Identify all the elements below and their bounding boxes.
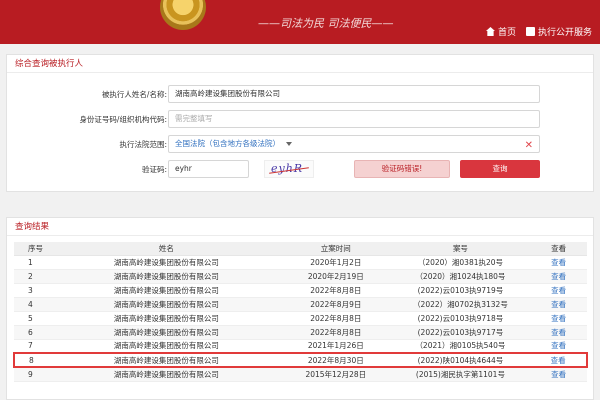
- row-date: 2020年1月2日: [280, 255, 391, 270]
- row-case: (2015)湘民执字第1101号: [390, 367, 531, 382]
- top-nav: 首页 执行公开服务: [485, 25, 592, 38]
- col-header-view: 查看: [530, 242, 587, 256]
- query-button[interactable]: 查询: [460, 160, 540, 178]
- row-case: （2022）湘0702执3132号: [390, 297, 531, 312]
- search-panel: 综合查询被执行人 被执行人姓名/名称: 湖南高岭建设集团股份有限公司 身份证号码…: [6, 54, 594, 192]
- row-name: 湖南高岭建设集团股份有限公司: [51, 283, 281, 298]
- view-link[interactable]: 查看: [530, 339, 587, 354]
- captcha-row: 验证码: eyhr eyhR 验证码错误! 查询: [7, 160, 595, 178]
- table-row: 3 湖南高岭建设集团股份有限公司 2022年8月8日 (2022)云0103执9…: [14, 283, 587, 298]
- col-header-case: 案号: [390, 242, 531, 256]
- view-link[interactable]: 查看: [530, 325, 587, 340]
- row-date: 2022年8月8日: [280, 283, 391, 298]
- col-header-no: 序号: [14, 242, 52, 256]
- court-select-value: 全国法院（包含地方各级法院）: [175, 139, 280, 148]
- row-date: 2021年1月26日: [280, 339, 391, 354]
- captcha-image[interactable]: eyhR: [264, 160, 314, 178]
- clear-icon[interactable]: ✕: [525, 138, 533, 152]
- table-row: 2 湖南高岭建设集团股份有限公司 2020年2月19日 （2020）湘1024执…: [14, 269, 587, 284]
- document-icon: [525, 27, 535, 36]
- court-row: 执行法院范围: 全国法院（包含地方各级法院） ✕: [7, 135, 595, 153]
- view-link[interactable]: 查看: [530, 269, 587, 284]
- name-row: 被执行人姓名/名称: 湖南高岭建设集团股份有限公司: [7, 85, 595, 103]
- row-case: (2022)陕0104执4644号: [390, 352, 531, 368]
- national-emblem-icon: [160, 0, 206, 30]
- results-panel: 查询结果 序号 姓名 立案时间 案号 查看 1 湖南高岭建设集团股份有限公司 2…: [6, 217, 594, 400]
- results-table: 序号 姓名 立案时间 案号 查看 1 湖南高岭建设集团股份有限公司 2020年1…: [13, 242, 588, 382]
- table-row: 6 湖南高岭建设集团股份有限公司 2022年8月8日 (2022)云0103执9…: [14, 325, 587, 340]
- view-link[interactable]: 查看: [530, 367, 587, 382]
- row-no: 1: [14, 255, 52, 270]
- name-label: 被执行人姓名/名称:: [101, 90, 167, 99]
- id-input[interactable]: 需完整填写: [168, 110, 540, 128]
- nav-home-link[interactable]: 首页: [485, 25, 516, 38]
- search-panel-title: 综合查询被执行人: [7, 55, 593, 73]
- table-row: 4 湖南高岭建设集团股份有限公司 2022年8月9日 （2022）湘0702执3…: [14, 297, 587, 312]
- row-case: （2020）湘0381执20号: [390, 255, 531, 270]
- row-no: 9: [14, 367, 52, 382]
- court-label: 执行法院范围:: [119, 140, 167, 149]
- row-no: 5: [14, 311, 52, 326]
- table-row-highlighted: 8 湖南高岭建设集团股份有限公司 2022年8月30日 (2022)陕0104执…: [13, 352, 588, 368]
- row-date: 2022年8月8日: [280, 325, 391, 340]
- row-name: 湖南高岭建设集团股份有限公司: [51, 339, 281, 354]
- table-row: 1 湖南高岭建设集团股份有限公司 2020年1月2日 （2020）湘0381执2…: [14, 255, 587, 270]
- row-name: 湖南高岭建设集团股份有限公司: [51, 325, 281, 340]
- row-name: 湖南高岭建设集团股份有限公司: [51, 367, 281, 382]
- home-icon: [485, 27, 495, 36]
- table-header-row: 序号 姓名 立案时间 案号 查看: [14, 242, 587, 256]
- row-name: 湖南高岭建设集团股份有限公司: [51, 311, 281, 326]
- row-name: 湖南高岭建设集团股份有限公司: [51, 255, 281, 270]
- row-date: 2020年2月19日: [280, 269, 391, 284]
- captcha-error-button[interactable]: 验证码错误!: [354, 160, 450, 178]
- nav-execution-service-link[interactable]: 执行公开服务: [525, 25, 592, 38]
- chevron-down-icon: [286, 142, 292, 146]
- col-header-name: 姓名: [51, 242, 281, 256]
- view-link[interactable]: 查看: [530, 311, 587, 326]
- view-link[interactable]: 查看: [530, 283, 587, 298]
- row-no: 4: [14, 297, 52, 312]
- view-link[interactable]: 查看: [530, 255, 587, 270]
- row-name: 湖南高岭建设集团股份有限公司: [51, 297, 281, 312]
- header-banner: ——司法为民 司法便民—— 首页 执行公开服务: [0, 0, 600, 44]
- row-no: 3: [14, 283, 52, 298]
- row-case: （2020）湘1024执180号: [390, 269, 531, 284]
- row-case: (2022)云0103执9719号: [390, 283, 531, 298]
- row-case: (2022)云0103执9718号: [390, 311, 531, 326]
- row-case: （2021）湘0105执540号: [390, 339, 531, 354]
- row-name: 湖南高岭建设集团股份有限公司: [51, 269, 281, 284]
- row-date: 2022年8月30日: [280, 352, 391, 368]
- name-input[interactable]: 湖南高岭建设集团股份有限公司: [168, 85, 540, 103]
- row-no: 2: [14, 269, 52, 284]
- row-no: 6: [14, 325, 52, 340]
- row-date: 2015年12月28日: [280, 367, 391, 382]
- captcha-label: 验证码:: [141, 165, 167, 174]
- table-row: 7 湖南高岭建设集团股份有限公司 2021年1月26日 （2021）湘0105执…: [14, 339, 587, 354]
- row-no: 8: [13, 352, 52, 368]
- table-row: 9 湖南高岭建设集团股份有限公司 2015年12月28日 (2015)湘民执字第…: [14, 367, 587, 382]
- view-link[interactable]: 查看: [530, 297, 587, 312]
- results-panel-title: 查询结果: [7, 218, 593, 236]
- col-header-date: 立案时间: [280, 242, 391, 256]
- row-name: 湖南高岭建设集团股份有限公司: [51, 352, 281, 368]
- site-slogan: ——司法为民 司法便民——: [258, 17, 394, 30]
- id-label: 身份证号码/组织机构代码:: [79, 115, 167, 124]
- view-link[interactable]: 查看: [530, 352, 588, 368]
- row-no: 7: [14, 339, 52, 354]
- row-date: 2022年8月9日: [280, 297, 391, 312]
- captcha-input[interactable]: eyhr: [168, 160, 249, 178]
- table-row: 5 湖南高岭建设集团股份有限公司 2022年8月8日 (2022)云0103执9…: [14, 311, 587, 326]
- row-date: 2022年8月8日: [280, 311, 391, 326]
- id-row: 身份证号码/组织机构代码: 需完整填写: [7, 110, 595, 128]
- row-case: (2022)云0103执9717号: [390, 325, 531, 340]
- court-select[interactable]: 全国法院（包含地方各级法院） ✕: [168, 135, 540, 153]
